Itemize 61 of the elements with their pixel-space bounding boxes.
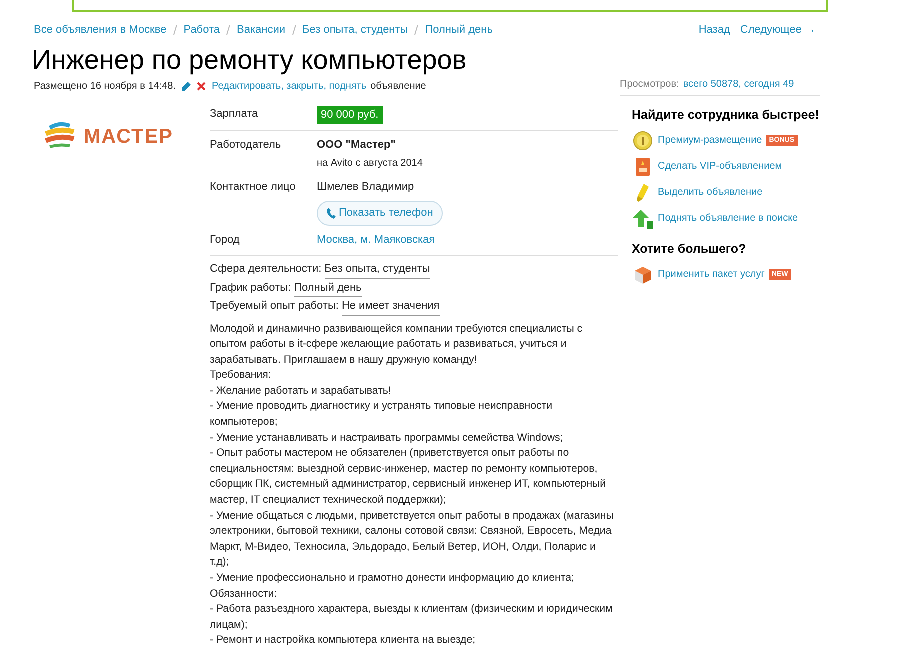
description-paragraph: - Желание работать и зарабатывать! [210, 384, 392, 399]
description-paragraph: - Ремонт и настройка компьютера клиента на выезде; [210, 633, 477, 648]
description-paragraph: - Умение общаться с людьми, приветствуется опыт работы в продажах (магазины электроники, бытовой техники, салоны сотовой связи: Связной, Евросеть, Медиа Маркт, М-Видео, Техносила, Эльдорадо, Белый Ветер, ИОН, Олди, Поларис и т.д); [210, 508, 615, 570]
breadcrumb-link[interactable]: Полный день [425, 22, 493, 38]
phone-icon [327, 208, 336, 219]
description-paragraph: Требования: [210, 368, 272, 384]
coin-icon [633, 130, 653, 150]
breadcrumb-separator-icon [414, 25, 420, 36]
contact-label: Контактное лицо [210, 180, 297, 194]
breadcrumb-separator-icon [292, 25, 297, 36]
marker-icon [635, 182, 651, 202]
contact-name: Шмелев Владимир [317, 180, 414, 194]
promo-link[interactable]: Выделить объявление [658, 185, 763, 200]
salary-badge: 90 000 руб. [317, 106, 383, 124]
show-phone-button[interactable]: Показать телефон [317, 201, 444, 226]
param-link[interactable]: Не имеет значения [342, 298, 440, 316]
param-link[interactable]: Полный день [294, 280, 362, 297]
breadcrumb-separator-icon [172, 25, 178, 36]
salary-label: Зарплата [210, 106, 260, 122]
sidebar-heading: Найдите сотрудника быстрее! [632, 106, 820, 124]
param-label: Сфера деятельности: [210, 262, 322, 277]
employer-label: Работодатель [210, 138, 282, 153]
pencil-icon [182, 82, 192, 90]
breadcrumb-link[interactable]: Работа [184, 22, 220, 38]
promo-link[interactable]: Поднять объявление в поиске [658, 211, 798, 226]
description-paragraph: - Умение проводить диагностику и устранять типовые неисправности компьютеров; [210, 399, 554, 430]
sidebar-heading: Хотите большего? [632, 240, 748, 258]
city-label: Город [210, 232, 241, 248]
breadcrumb-link[interactable]: Все объявления в Москве [34, 22, 167, 38]
breadcrumb-link[interactable]: Без опыта, студенты [302, 22, 408, 38]
promo-link[interactable]: Применить пакет услуг [658, 267, 765, 282]
logo-text: МАСТЕР [84, 124, 174, 150]
edit-link[interactable]: Редактировать, закрыть, поднять [212, 78, 367, 94]
employer-name: ООО "Мастер" [317, 138, 397, 153]
posted-date: Размещено 16 ноября в 14:48. [34, 80, 176, 94]
employer-since: на Avito с августа 2014 [317, 156, 423, 170]
promo-link[interactable]: Премиум-размещение [658, 133, 762, 148]
views-label: Просмотров: [620, 78, 680, 92]
promo-link[interactable]: Сделать VIP-объявлением [658, 159, 782, 174]
param-link[interactable]: Без опыта, студенты [324, 261, 430, 278]
listing-title: Инженер по ремонту компьютеров [31, 44, 468, 76]
edit-suffix: объявление [370, 80, 426, 94]
views-count[interactable]: всего 50878, сегодня 49 [683, 76, 794, 92]
param-label: Требуемый опыт работы: [210, 299, 339, 314]
description-paragraph: Обязанности: [210, 586, 278, 602]
description-paragraph: - Умение профессионально и грамотно донести информацию до клиента; [210, 571, 576, 586]
breadcrumb-separator-icon [226, 25, 232, 36]
next-link[interactable]: Следующее → [740, 22, 816, 38]
logo-icon [44, 122, 76, 152]
description-paragraph: - Работа разъездного характера, выезды к клиентам (физическим и юридическим лицам); [210, 602, 614, 633]
close-icon [197, 82, 206, 90]
param-label: График работы: [210, 280, 292, 296]
up-arrow-icon [632, 208, 654, 228]
gift-box-icon [633, 264, 653, 284]
description-paragraph: Молодой и динамично развивающейся компании требуются специалисты с опытом работы в it-сфере желающие работать и развиваться, учиться и зарабатывать. Приглашаем в нашу дружную команду! [210, 322, 584, 368]
city-link[interactable]: Москва, м. Маяковская [317, 232, 436, 248]
description-paragraph: - Умение устанавливать и настраивать программы семейства Windows; [210, 430, 564, 446]
vip-tag-icon [635, 156, 651, 176]
back-link[interactable]: Назад [698, 22, 730, 38]
breadcrumb-link[interactable]: Вакансии [237, 22, 286, 38]
description-paragraph: - Опыт работы мастером не обязателен (приветствуется опыт работы по специальностям: выездной сервис-инженер, мастер по ремонту компьютеров, сборщик ПК, системный администратор, сервисный инженер ИТ, компьютерный мастер, IT специалист технической поддержки); [210, 446, 608, 508]
